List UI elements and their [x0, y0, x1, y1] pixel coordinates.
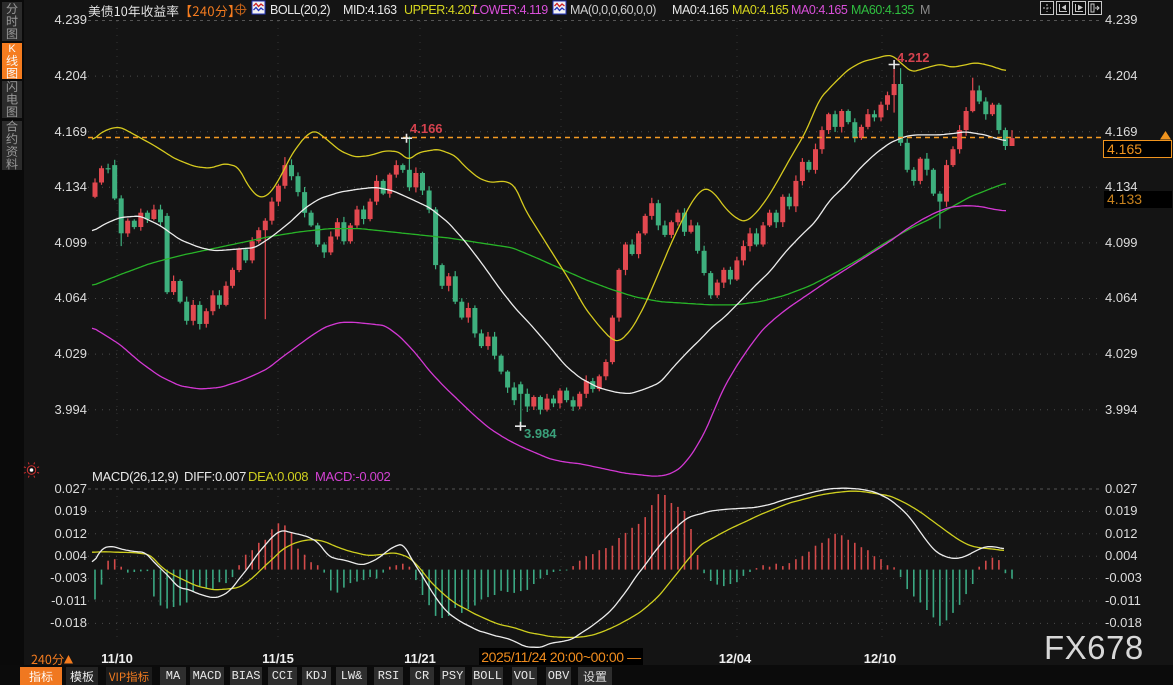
svg-text:K: K	[8, 43, 16, 55]
